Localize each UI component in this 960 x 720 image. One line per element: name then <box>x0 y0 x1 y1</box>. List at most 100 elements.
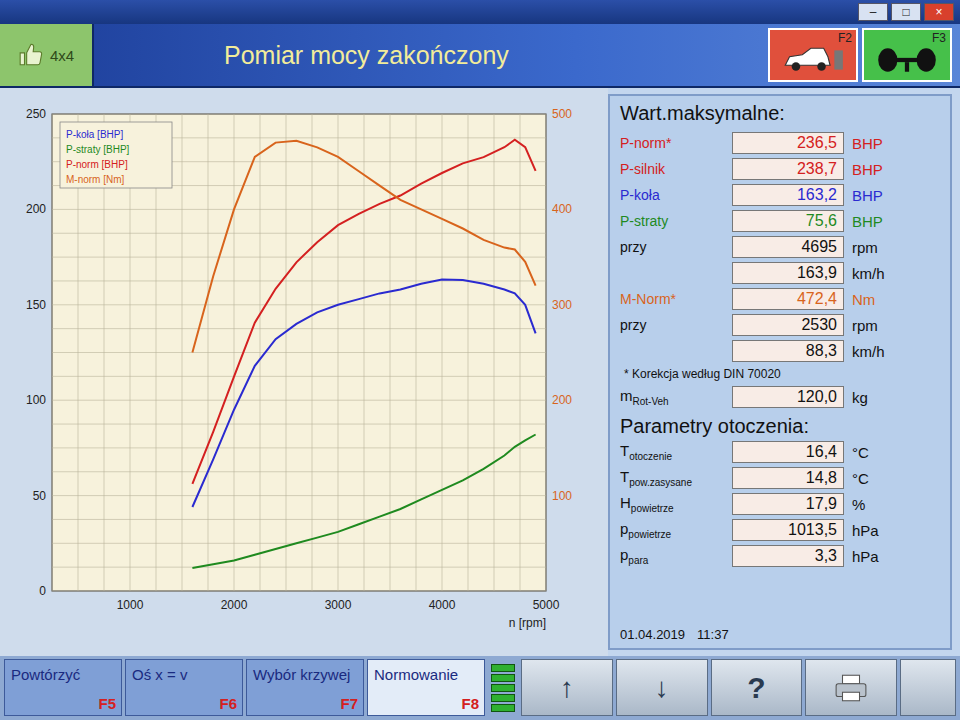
info-panel: Wart.maksymalne:P-norm*236,5BHPP-silnik2… <box>608 94 952 650</box>
row-unit: km/h <box>852 343 940 360</box>
row-label: Totoczenie <box>620 442 724 462</box>
row-unit: °C <box>852 470 940 487</box>
power-chart: 0501001502002501002003004005001000200030… <box>10 96 600 641</box>
row-label: przy <box>620 239 724 255</box>
print-button[interactable] <box>805 659 897 716</box>
value-box: 17,9 <box>732 493 844 515</box>
tool-button[interactable]: ↑ <box>521 659 613 716</box>
function-key-label: F2 <box>838 31 852 45</box>
grid-line <box>52 352 546 353</box>
grid-line <box>52 114 546 115</box>
row-unit: BHP <box>852 187 940 204</box>
value-box: 238,7 <box>732 158 844 180</box>
grid-line <box>52 424 546 425</box>
mode-indicator: 4x4 <box>0 24 94 86</box>
left-axis-tick: 100 <box>26 393 46 407</box>
axle-icon <box>875 44 939 76</box>
screen-title: Pomiar mocy zakończony <box>94 24 768 86</box>
grid-line <box>52 328 546 329</box>
row-label: ppowietrze <box>620 520 724 540</box>
row-label: P-silnik <box>620 161 724 177</box>
x-axis-tick: 2000 <box>221 598 248 612</box>
series-line <box>192 280 535 507</box>
ambient-title: Parametry otoczenia: <box>620 415 940 438</box>
ambient-row: ppowietrze 1013,5 hPa <box>620 518 940 542</box>
function-button[interactable]: Wybór krzywej F7 <box>246 659 364 716</box>
value-box: 3,3 <box>732 545 844 567</box>
maxima-row: P-koła 163,2 BHP <box>620 183 940 207</box>
tool-button[interactable]: ? <box>711 659 803 716</box>
row-label: P-koła <box>620 187 724 203</box>
maxima-row: przy2530rpm <box>620 313 940 337</box>
row-unit: hPa <box>852 522 940 539</box>
mode-label: 4x4 <box>50 47 74 64</box>
left-axis-tick: 50 <box>33 489 47 503</box>
dyno-app: –□×4x4Pomiar mocy zakończonyF2F305010015… <box>0 0 960 720</box>
main-area: 0501001502002501002003004005001000200030… <box>0 88 960 656</box>
row-label: przy <box>620 317 724 333</box>
legend <box>60 122 172 188</box>
correction-note: * Korekcja według DIN 70020 <box>624 367 940 381</box>
maxima-row: przy 4695 rpm <box>620 235 940 259</box>
title-bar: –□× <box>0 0 960 24</box>
function-key-label: F3 <box>932 31 946 45</box>
value-box: 88,3 <box>732 340 844 362</box>
blank-button[interactable] <box>900 659 956 716</box>
time: 11:37 <box>697 627 729 642</box>
value-box: 120,0 <box>732 386 844 408</box>
ambient-row: ppara3,3hPa <box>620 544 940 568</box>
value-box: 2530 <box>732 314 844 336</box>
ambient-row: Totoczenie16,4°C <box>620 440 940 464</box>
maxima-row: P-straty75,6BHP <box>620 209 940 233</box>
legend-entry: P-norm [BHP] <box>66 159 128 170</box>
tool-glyph: ? <box>747 671 765 705</box>
mass-row: mRot-Veh120,0kg <box>620 385 940 409</box>
x-axis-label: n [rpm] <box>509 616 546 630</box>
header-buttons: F2 F3 <box>768 24 960 86</box>
series-line <box>192 435 535 569</box>
function-button[interactable]: Oś x = vF6 <box>125 659 243 716</box>
value-box: 163,9 <box>732 262 844 284</box>
function-key-button[interactable]: F2 <box>768 28 858 82</box>
window-control-button[interactable]: – <box>858 3 888 21</box>
right-axis-tick: 500 <box>552 107 572 121</box>
tool-glyph: ↓ <box>655 672 669 704</box>
printer-icon <box>834 673 868 703</box>
timestamp: 01.04.2019 11:37 <box>620 627 940 642</box>
row-unit: rpm <box>852 239 940 256</box>
window-control-button[interactable]: □ <box>891 3 921 21</box>
function-key-button[interactable]: F3 <box>862 28 952 82</box>
row-label: P-straty <box>620 213 724 229</box>
right-axis-tick: 300 <box>552 298 572 312</box>
tool-button[interactable]: ↓ <box>616 659 708 716</box>
series-line <box>192 140 535 484</box>
car-icon <box>781 44 845 76</box>
button-label: Normowanie <box>374 666 458 683</box>
date: 01.04.2019 <box>620 627 685 642</box>
function-key-label: F7 <box>340 695 358 712</box>
maxima-row: P-silnik238,7BHP <box>620 157 940 181</box>
legend-entry: P-koła [BHP] <box>66 129 123 140</box>
grid-line <box>52 567 546 568</box>
value-box: 4695 <box>732 236 844 258</box>
row-unit: BHP <box>852 135 940 152</box>
function-button[interactable]: NormowanieF8 <box>367 659 485 716</box>
grid-line <box>52 376 546 377</box>
row-label: ppara <box>620 546 724 566</box>
value-box: 1013,5 <box>732 519 844 541</box>
grid-line <box>52 471 546 472</box>
value-box: 75,6 <box>732 210 844 232</box>
function-key-label: F6 <box>219 695 237 712</box>
value-box: 163,2 <box>732 184 844 206</box>
window-controls: –□× <box>858 3 954 21</box>
legend-entry: P-straty [BHP] <box>66 144 130 155</box>
row-unit: % <box>852 496 940 513</box>
thumbs-up-icon <box>18 42 44 68</box>
function-button[interactable]: PowtórzyćF5 <box>4 659 122 716</box>
grid-line <box>52 519 546 520</box>
maxima-row: P-norm*236,5BHP <box>620 131 940 155</box>
button-label: Wybór krzywej <box>253 666 350 683</box>
value-box: 16,4 <box>732 441 844 463</box>
window-control-button[interactable]: × <box>924 3 954 21</box>
row-label: P-norm* <box>620 135 724 151</box>
